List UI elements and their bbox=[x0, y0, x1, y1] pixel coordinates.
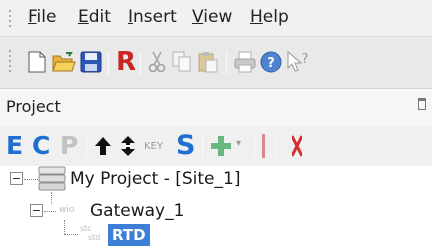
menu-edit[interactable]: Edit bbox=[78, 7, 111, 27]
r-command-icon[interactable]: R bbox=[116, 47, 136, 77]
pin-icon[interactable] bbox=[418, 98, 426, 110]
arrow-up-icon[interactable] bbox=[94, 136, 112, 160]
toolbar-separator bbox=[140, 51, 141, 75]
menu-grip[interactable] bbox=[8, 10, 12, 30]
toolbar-separator bbox=[108, 51, 109, 75]
key-tool-button[interactable]: KEY bbox=[144, 140, 163, 154]
p-tool-button[interactable]: P bbox=[60, 132, 78, 160]
project-panel-header: Project bbox=[0, 88, 432, 126]
tree-connector bbox=[64, 234, 78, 235]
move-up-down-icon[interactable] bbox=[120, 135, 136, 161]
menu-file[interactable]: File bbox=[28, 7, 56, 27]
panel-toolbar-separator bbox=[254, 134, 255, 158]
save-icon[interactable] bbox=[80, 51, 102, 77]
gateway-prefix: wio bbox=[59, 205, 75, 215]
svg-text:?: ? bbox=[302, 52, 309, 67]
paste-icon[interactable] bbox=[198, 51, 218, 77]
vertical-bar-icon[interactable] bbox=[262, 134, 265, 158]
add-plus-icon[interactable] bbox=[210, 135, 232, 161]
collapse-project-icon[interactable] bbox=[10, 172, 23, 185]
tree-connector bbox=[64, 220, 65, 234]
c-tool-button[interactable]: C bbox=[32, 132, 50, 160]
panel-toolbar-separator bbox=[202, 134, 203, 158]
gateway-node-label[interactable]: Gateway_1 bbox=[90, 201, 184, 221]
rtd-prefix-top: stc bbox=[80, 224, 92, 233]
tree-connector bbox=[44, 211, 56, 212]
context-help-icon[interactable]: ? bbox=[286, 50, 310, 78]
svg-text:?: ? bbox=[267, 56, 275, 71]
server-icon bbox=[38, 166, 66, 196]
print-icon[interactable] bbox=[234, 51, 256, 77]
tree-connector bbox=[51, 192, 52, 204]
cut-icon[interactable] bbox=[148, 51, 166, 77]
panel-title: Project bbox=[6, 97, 61, 116]
toolbar-grip[interactable] bbox=[8, 50, 12, 75]
menu-bar: File Edit Insert View Help bbox=[0, 0, 432, 36]
copy-icon[interactable] bbox=[172, 51, 192, 77]
menu-insert[interactable]: Insert bbox=[128, 7, 177, 27]
new-file-icon[interactable] bbox=[28, 51, 46, 77]
tree-connector bbox=[24, 179, 38, 180]
panel-toolbar-separator bbox=[86, 134, 87, 158]
menu-view[interactable]: View bbox=[192, 7, 232, 27]
s-tool-button[interactable]: S bbox=[176, 132, 195, 160]
toolbar-separator bbox=[226, 51, 227, 75]
project-node-label[interactable]: My Project - [Site_1] bbox=[70, 169, 240, 189]
main-toolbar: R ? ? bbox=[0, 36, 432, 88]
project-panel-toolbar: E C P KEY S ▾ bbox=[0, 126, 432, 166]
collapse-gateway-icon[interactable] bbox=[30, 204, 43, 217]
delete-icon[interactable] bbox=[290, 134, 304, 162]
project-tree: My Project - [Site_1] wio Gateway_1 stc … bbox=[0, 166, 432, 248]
rtd-prefix-bottom: std bbox=[88, 233, 101, 242]
panel-toolbar-separator bbox=[276, 134, 277, 158]
menu-help[interactable]: Help bbox=[250, 7, 289, 27]
open-folder-icon[interactable] bbox=[52, 51, 76, 77]
rtd-node-label[interactable]: RTD bbox=[108, 224, 150, 246]
chevron-down-icon[interactable]: ▾ bbox=[236, 138, 241, 149]
help-icon[interactable]: ? bbox=[260, 51, 282, 77]
e-tool-button[interactable]: E bbox=[6, 132, 23, 160]
